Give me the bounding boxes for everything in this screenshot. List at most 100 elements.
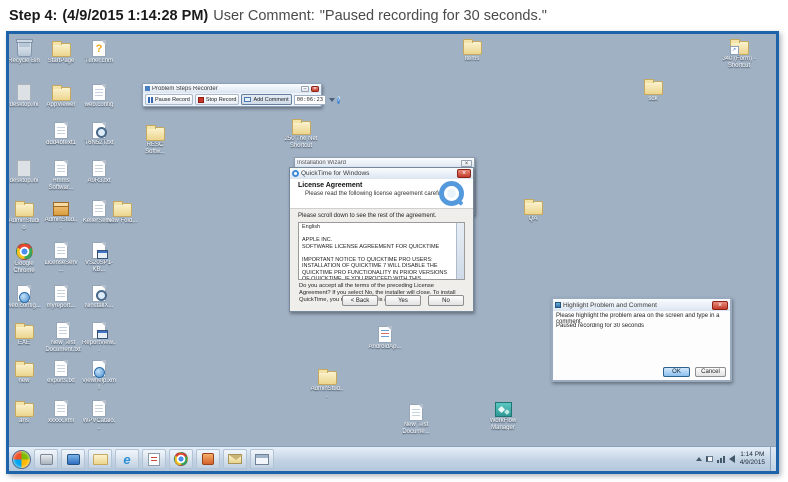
quicktime-titlebar[interactable]: QuickTime for Windows bbox=[290, 168, 473, 179]
desktop-icon[interactable]: QA bbox=[516, 196, 550, 223]
steps-recorder-title: Problem Steps Recorder bbox=[152, 86, 299, 92]
desktop-icon[interactable]: desktop.ini bbox=[9, 82, 41, 109]
desktop-icon[interactable]: sdk bbox=[636, 76, 670, 103]
yes-button[interactable]: Yes bbox=[385, 295, 421, 306]
desktop-icon-label: Viewhelp.xml bbox=[82, 378, 116, 391]
desktop-icon[interactable]: ddd4btext1 bbox=[44, 120, 78, 147]
desktop-icon-label: Tuner.chm bbox=[82, 58, 116, 65]
desktop-icon[interactable]: T6N52T.txt bbox=[82, 120, 116, 147]
file-icon bbox=[92, 400, 106, 417]
desktop-icon[interactable]: AdminStud... bbox=[44, 198, 78, 230]
stop-record-button[interactable]: Stop Record bbox=[195, 94, 240, 105]
file-icon bbox=[54, 360, 68, 377]
desktop-icon[interactable]: web.config bbox=[82, 82, 116, 109]
desktop-icon[interactable]: new bbox=[9, 358, 41, 385]
desktop-icon[interactable]: Viewhelp.xml bbox=[82, 358, 116, 391]
desktop-icon[interactable]: Recycle Bin bbox=[9, 38, 41, 65]
action-center-flag-icon[interactable] bbox=[706, 456, 713, 462]
desktop-icon[interactable]: 340 (Form) - Shortcut bbox=[714, 36, 764, 69]
back-button[interactable]: < Back bbox=[342, 295, 378, 306]
desktop-icon-label: sdk bbox=[636, 96, 670, 103]
desktop-icon[interactable]: A9R3.txt bbox=[82, 158, 116, 185]
no-button[interactable]: No bbox=[428, 295, 464, 306]
show-desktop-button[interactable] bbox=[770, 447, 776, 471]
desktop-icon[interactable]: AdminStud... bbox=[310, 366, 344, 399]
desktop-icon[interactable]: 250 The Net Shortcut bbox=[281, 116, 321, 149]
desktop-icon[interactable]: Hmms Softwar... bbox=[44, 158, 78, 191]
close-icon[interactable] bbox=[457, 169, 471, 178]
taskbar-button-chrome-icon[interactable] bbox=[169, 449, 193, 469]
desktop-icon[interactable]: exports.txt bbox=[44, 358, 78, 385]
tray-expand-icon[interactable] bbox=[696, 457, 702, 461]
network-icon[interactable] bbox=[717, 456, 725, 463]
mail-icon bbox=[228, 454, 242, 464]
comment-dialog-titlebar[interactable]: Highlight Problem and Comment bbox=[553, 299, 730, 311]
comment-dialog-title: Highlight Problem and Comment bbox=[563, 302, 710, 309]
comment-dialog[interactable]: Highlight Problem and Comment Please hig… bbox=[551, 297, 732, 382]
taskbar-button-mail-icon[interactable] bbox=[223, 449, 247, 469]
comment-input[interactable]: Paused recording for 30 seconds bbox=[556, 323, 727, 365]
close-icon[interactable]: × bbox=[461, 160, 472, 167]
desktop-icon[interactable]: EXE bbox=[9, 320, 41, 347]
desktop-icon[interactable]: LicenseServ... bbox=[44, 240, 78, 273]
desktop[interactable]: Recycle BinStartPage Tuner.chm desktop.ini… bbox=[9, 34, 776, 471]
desktop-icon[interactable]: desktop.ini bbox=[9, 158, 41, 185]
file-icon bbox=[54, 400, 68, 417]
start-button[interactable] bbox=[12, 450, 31, 469]
desktop-icon-label: VS20SP1-KB... bbox=[82, 260, 116, 273]
desktop-icon[interactable]: StartPage bbox=[44, 38, 78, 65]
folder-icon bbox=[52, 87, 71, 101]
desktop-icon-label: AdminStudio bbox=[9, 218, 41, 231]
taskbar-button-document-app-icon[interactable] bbox=[142, 449, 166, 469]
desktop-icon[interactable]: AndroidAp... bbox=[368, 324, 402, 351]
desktop-icon[interactable]: AppViewer bbox=[44, 82, 78, 109]
taskbar-button-internet-explorer-icon[interactable]: e bbox=[115, 449, 139, 469]
desktop-icon[interactable]: AdminStudio bbox=[9, 198, 41, 231]
desktop-icon[interactable]: NinstallX... bbox=[82, 283, 116, 310]
quicktime-license-window[interactable]: QuickTime for Windows License Agreement … bbox=[289, 167, 474, 312]
desktop-icon[interactable]: web.config... bbox=[9, 283, 41, 310]
desktop-icon[interactable]: New Fold... bbox=[105, 198, 139, 225]
help-icon bbox=[92, 40, 106, 57]
desktop-icon-label: Recycle Bin bbox=[9, 58, 41, 65]
taskbar-button-open-window-icon[interactable] bbox=[250, 449, 274, 469]
desktop-icon[interactable]: VS20SP1-KB... bbox=[82, 240, 116, 273]
folder-icon bbox=[146, 127, 165, 141]
ok-button[interactable]: OK bbox=[663, 367, 690, 377]
taskbar-button-windows-explorer-icon[interactable] bbox=[88, 449, 112, 469]
desktop-icon-label: EXE bbox=[9, 340, 41, 347]
add-comment-button[interactable]: Add Comment bbox=[241, 94, 291, 105]
volume-icon[interactable] bbox=[729, 455, 735, 463]
desktop-icon[interactable]: New Test Document.txt bbox=[44, 320, 82, 353]
desktop-icon[interactable]: xxxxx.xml bbox=[44, 398, 78, 425]
cancel-button[interactable]: Cancel bbox=[695, 367, 726, 377]
comment-dialog-buttons: OK Cancel bbox=[663, 367, 726, 377]
help-icon[interactable]: ? bbox=[337, 96, 340, 104]
steps-recorder-window[interactable]: Problem Steps Recorder – Pause Record St… bbox=[142, 83, 322, 107]
desktop-icon[interactable]: Items bbox=[455, 36, 489, 63]
license-text[interactable]: English APPLE INC. SOFTWARE LICENSE AGRE… bbox=[298, 222, 465, 280]
taskbar-button-media-player-icon[interactable] bbox=[61, 449, 85, 469]
desktop-icon[interactable]: ans bbox=[9, 398, 41, 425]
chevron-down-icon[interactable] bbox=[329, 98, 335, 102]
taskbar-clock[interactable]: 1:14 PM 4/9/2015 bbox=[740, 451, 765, 467]
desktop-icon[interactable]: New Test Docume... bbox=[395, 402, 437, 435]
desktop-icon[interactable]: Tuner.chm bbox=[82, 38, 116, 65]
license-header: License Agreement Please read the follow… bbox=[290, 179, 473, 209]
steps-recorder-titlebar[interactable]: Problem Steps Recorder – bbox=[143, 84, 321, 93]
minimize-icon[interactable]: – bbox=[301, 86, 309, 92]
close-icon[interactable] bbox=[712, 301, 728, 310]
document-app-icon bbox=[148, 453, 160, 466]
pause-record-button[interactable]: Pause Record bbox=[145, 94, 193, 105]
desktop-icon[interactable]: WPVCatalo... bbox=[82, 398, 116, 431]
taskbar-button-app-icon[interactable] bbox=[196, 449, 220, 469]
pause-icon bbox=[148, 97, 153, 103]
desktop-icon[interactable]: RESC Softw... bbox=[138, 122, 172, 155]
close-icon[interactable] bbox=[311, 86, 319, 92]
desktop-icon[interactable]: Google Chrome bbox=[9, 240, 41, 274]
desktop-icon[interactable]: WorkFlow Manager bbox=[483, 398, 523, 431]
desktop-icon[interactable]: myreport... bbox=[44, 283, 78, 310]
file-icon bbox=[92, 84, 106, 101]
taskbar-button-device-app-icon[interactable] bbox=[34, 449, 58, 469]
desktop-icon[interactable]: ReportView... bbox=[82, 320, 116, 353]
